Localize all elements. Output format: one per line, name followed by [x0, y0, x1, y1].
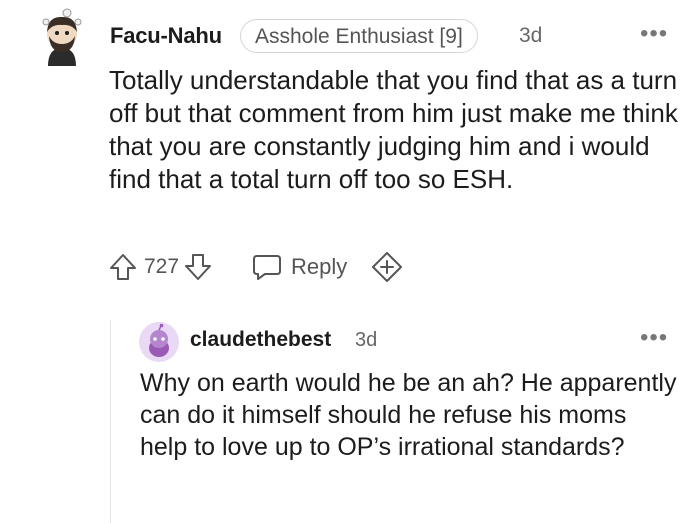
user-flair: Asshole Enthusiast [9] [240, 19, 478, 53]
reply-button[interactable]: Reply [251, 252, 347, 282]
comment-actions: 727 Reply [108, 250, 403, 284]
thread-line[interactable] [110, 320, 111, 523]
reply-body: Why on earth would he be an ah? He appar… [140, 369, 677, 461]
downvote-icon[interactable] [183, 252, 213, 282]
reply-label: Reply [291, 254, 348, 279]
more-options-icon[interactable]: ••• [640, 20, 668, 48]
vote-score: 727 [144, 255, 180, 278]
comment-username[interactable]: Facu-Nahu [110, 23, 222, 49]
more-options-icon[interactable]: ••• [640, 324, 668, 352]
reply-timestamp: 3d [355, 329, 378, 351]
avatar-icon [139, 322, 179, 362]
upvote-icon[interactable] [108, 252, 138, 282]
comment-timestamp: 3d [519, 24, 543, 47]
reply-avatar[interactable] [139, 322, 179, 362]
award-icon[interactable] [371, 251, 403, 283]
reply-username[interactable]: claudethebest [190, 328, 331, 352]
avatar[interactable] [38, 8, 86, 66]
avatar-icon [42, 8, 82, 66]
comment-body: Totally understandable that you find tha… [109, 65, 678, 194]
reply-icon [253, 255, 282, 280]
